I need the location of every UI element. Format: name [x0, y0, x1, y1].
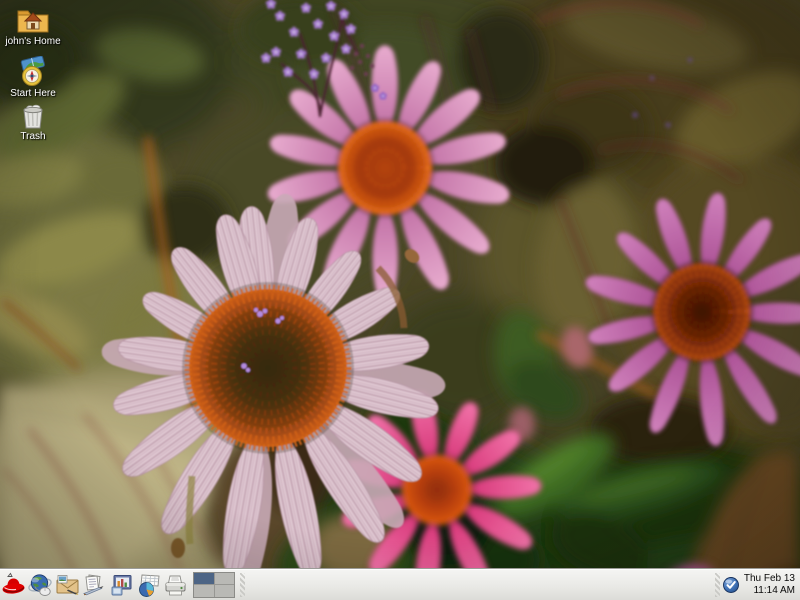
print-manager-button[interactable] — [162, 569, 189, 600]
start-here-icon — [16, 56, 50, 87]
taskbar-panel: Thu Feb 13 11:14 AM — [0, 568, 800, 600]
clock-time: 11:14 AM — [744, 585, 795, 597]
email-button[interactable] — [54, 569, 81, 600]
desktop: john's Home Start Here Trash — [0, 0, 800, 600]
printer-icon — [162, 572, 189, 598]
workspace-1[interactable] — [194, 573, 214, 585]
panel-clock[interactable]: Thu Feb 13 11:14 AM — [744, 573, 795, 596]
panel-drag-handle[interactable] — [240, 573, 245, 597]
desktop-icon-home[interactable]: john's Home — [0, 4, 66, 47]
update-ok-check-icon[interactable] — [722, 576, 740, 594]
red-hat-icon — [0, 572, 27, 598]
workspace-3[interactable] — [194, 585, 214, 597]
home-folder-icon — [15, 4, 51, 35]
web-browser-button[interactable] — [27, 569, 54, 600]
clock-date: Thu Feb 13 — [744, 573, 795, 585]
desktop-icon-label: Start Here — [10, 88, 56, 99]
presentation-chart-icon — [109, 572, 135, 598]
workspace-2[interactable] — [215, 573, 235, 585]
workspace-4[interactable] — [215, 585, 235, 597]
main-menu-button[interactable] — [0, 569, 27, 600]
word-processor-pages-pen-icon — [81, 572, 108, 598]
presentation-button[interactable] — [108, 569, 135, 600]
workspace-switcher[interactable] — [193, 572, 235, 598]
trash-icon — [19, 100, 47, 130]
email-envelope-icon — [54, 572, 81, 598]
spreadsheet-pie-icon — [136, 572, 162, 598]
notification-area-handle[interactable] — [715, 573, 720, 597]
desktop-icon-label: Trash — [20, 131, 45, 142]
word-processor-button[interactable] — [81, 569, 108, 600]
notification-area — [722, 576, 740, 594]
desktop-icon-label: john's Home — [5, 36, 60, 47]
desktop-icon-trash[interactable]: Trash — [0, 100, 66, 142]
spreadsheet-button[interactable] — [135, 569, 162, 600]
web-browser-globe-mouse-icon — [27, 572, 54, 598]
wallpaper-image — [0, 0, 800, 600]
desktop-icon-start-here[interactable]: Start Here — [0, 56, 66, 99]
